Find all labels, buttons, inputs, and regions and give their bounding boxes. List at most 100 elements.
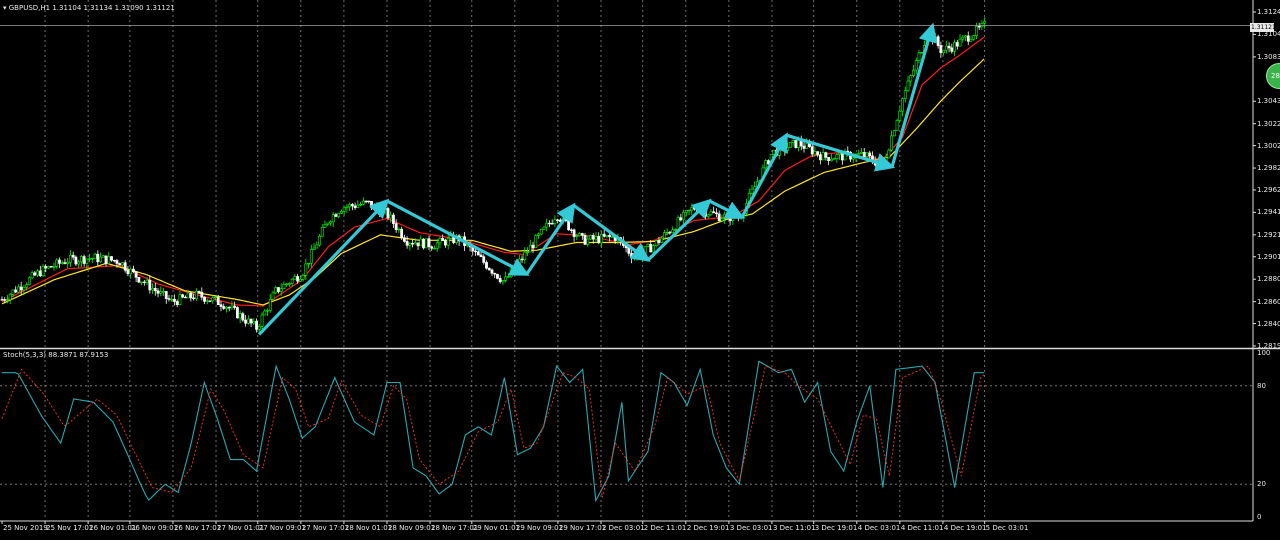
candle-body [509, 268, 513, 277]
candle-body [44, 266, 48, 269]
candle-body [205, 300, 209, 302]
time-tick-label: 27 Nov 01:01 [217, 524, 265, 532]
candle-body [947, 45, 951, 49]
candle-body [797, 140, 800, 148]
candle-body [413, 242, 417, 245]
candle-body [917, 52, 921, 61]
chart-window[interactable]: ▾ GBPUSD,H1 1.31104 1.31134 1.31090 1.31… [0, 0, 1280, 536]
candle-body [709, 211, 713, 216]
candle-body [115, 260, 119, 264]
candle-body [676, 217, 680, 230]
candle-body [252, 321, 256, 324]
candle-body [657, 240, 661, 243]
stoch-title: Stoch(5,3,3) 88.3871 87.9153 [3, 351, 109, 359]
candle-body [408, 243, 412, 246]
candle-body [186, 292, 190, 299]
candle-body [123, 262, 127, 271]
candle-body [342, 207, 346, 212]
candle-body [315, 244, 319, 249]
candle-body [829, 158, 833, 162]
candle-body [810, 146, 814, 155]
collapse-triangle-icon[interactable]: ▾ [3, 4, 7, 12]
candle-body [367, 200, 371, 203]
candle-body [933, 36, 937, 41]
price-chart-title: ▾ GBPUSD,H1 1.31104 1.31134 1.31090 1.31… [3, 4, 175, 12]
candle-body [107, 256, 111, 264]
candle-body [435, 242, 439, 249]
candle-body [704, 210, 707, 217]
candle-body [969, 38, 973, 42]
candle-body [892, 130, 896, 137]
candle-body [101, 255, 105, 258]
candle-body [112, 259, 116, 262]
candle-body [33, 272, 37, 276]
price-tick-label: 1.31040 [1257, 30, 1280, 39]
candle-body [668, 231, 672, 234]
candle-body [553, 219, 557, 224]
candle-body [501, 280, 505, 283]
candle-body [25, 284, 29, 288]
time-tick-label: 27 Nov 09:01 [258, 524, 306, 532]
time-tick-label: 26 Nov 01:01 [89, 524, 137, 532]
candle-body [419, 238, 423, 247]
chart-canvas[interactable] [0, 0, 1280, 536]
candle-body [950, 47, 954, 52]
candle-body [219, 304, 223, 307]
candle-body [216, 296, 220, 305]
candle-body [720, 218, 724, 221]
candle-body [298, 278, 302, 282]
candle-body [71, 254, 75, 258]
candle-body [523, 251, 527, 260]
candle-body [38, 270, 42, 277]
candle-body [819, 154, 822, 161]
candle-body [402, 237, 406, 242]
candle-body [3, 299, 7, 301]
candle-body [60, 262, 64, 264]
candle-body [268, 298, 272, 311]
candle-body [750, 188, 754, 194]
stoch-tick-label: 80 [1257, 381, 1266, 390]
candle-body [266, 310, 269, 312]
time-tick-label: 26 Nov 17:01 [173, 524, 222, 532]
candle-body [11, 289, 15, 295]
candle-body [643, 246, 647, 254]
candle-body [405, 241, 409, 246]
candle-body [178, 294, 182, 305]
candle-body [542, 226, 546, 230]
candle-body [649, 244, 653, 253]
candle-body [22, 286, 26, 291]
candle-body [301, 274, 305, 280]
candle-body [137, 276, 141, 283]
candle-body [767, 160, 770, 165]
time-tick-label: 3 Dec 03:01 [729, 524, 773, 532]
candle-body [145, 279, 149, 284]
candle-body [506, 276, 510, 278]
candle-body [416, 242, 420, 247]
candle-body [673, 229, 677, 231]
candle-body [493, 272, 497, 275]
price-tick-label: 1.30025 [1257, 141, 1280, 150]
price-tick-label: 1.28600 [1257, 297, 1280, 306]
candle-body [690, 207, 694, 211]
candle-body [241, 313, 245, 321]
candle-body [329, 221, 332, 224]
candle-body [323, 224, 327, 228]
candle-body [575, 235, 579, 237]
time-tick-label: 26 Nov 09:01 [130, 524, 179, 532]
candle-body [725, 212, 729, 215]
candle-body [148, 279, 152, 291]
candle-body [944, 45, 948, 51]
candle-body [118, 263, 122, 266]
candle-body [236, 307, 239, 319]
candle-body [824, 152, 828, 158]
candle-body [485, 262, 488, 269]
candle-body [151, 288, 154, 291]
candle-body [723, 213, 727, 220]
candle-body [517, 258, 521, 265]
candle-body [895, 120, 899, 131]
candle-body [890, 135, 893, 151]
stoch-tick-label: 0 [1257, 513, 1262, 521]
candle-body [660, 237, 664, 243]
time-tick-label: 28 Nov 01:01 [344, 524, 393, 532]
candle-body [345, 206, 349, 209]
